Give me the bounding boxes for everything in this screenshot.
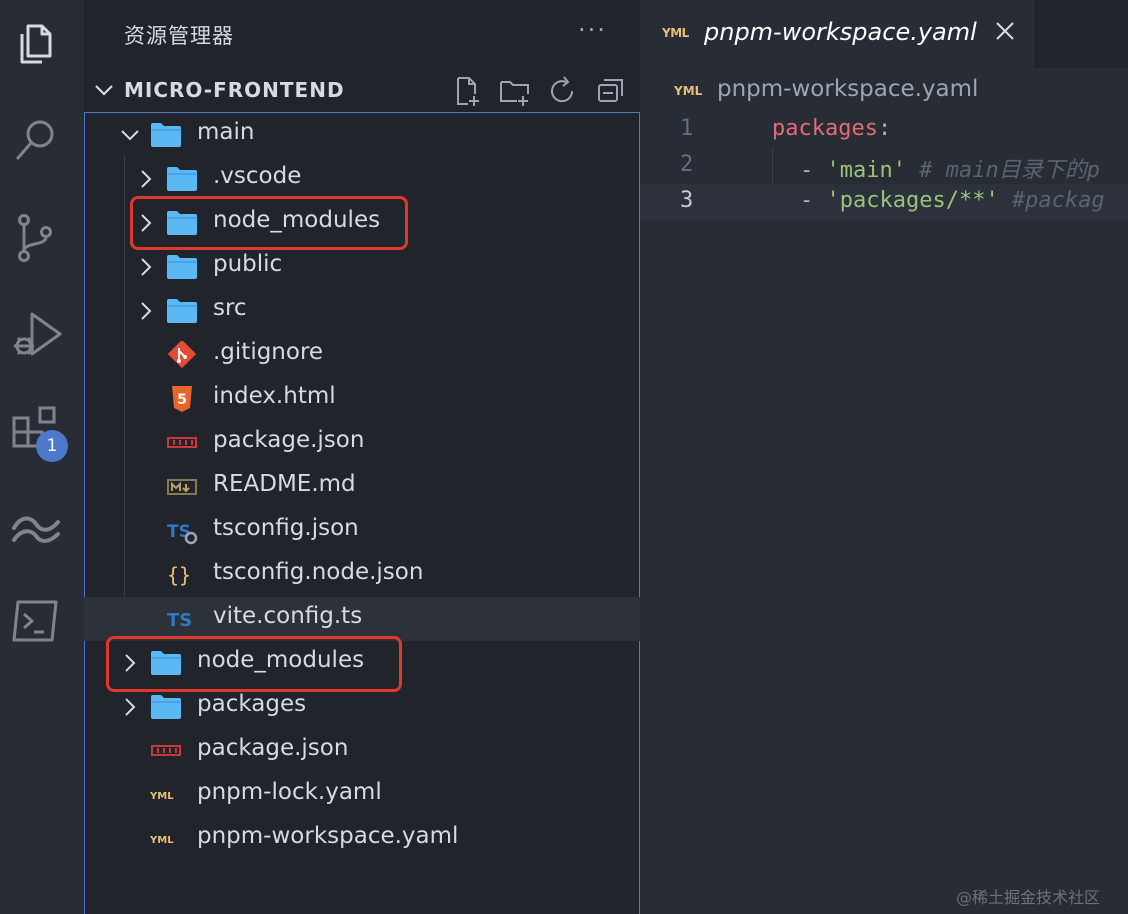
chevron-right-icon: [141, 170, 152, 188]
breadcrumb-file[interactable]: pnpm-workspace.yaml: [717, 76, 978, 102]
html-icon: 5: [166, 385, 198, 413]
tree-file-pnpm-lock-yaml[interactable]: YML pnpm-lock.yaml: [84, 773, 640, 817]
yaml-icon: YML: [149, 825, 182, 853]
yaml-comment: #packag: [998, 188, 1105, 213]
highlight-box-root-node-modules: [106, 636, 402, 692]
new-folder-icon[interactable]: [498, 74, 532, 108]
tree-file-vite-config-ts[interactable]: TS vite.config.ts: [84, 597, 640, 641]
source-control-icon[interactable]: [8, 210, 64, 266]
tree-file-tsconfig-node-json[interactable]: {} tsconfig.node.json: [84, 553, 640, 597]
chevron-right-icon: [141, 258, 152, 276]
tree-item-label: package.json: [213, 427, 365, 453]
tree-folder-src[interactable]: src: [84, 289, 640, 333]
tree-item-label: vite.config.ts: [213, 603, 363, 629]
explorer-files-icon[interactable]: [8, 12, 64, 68]
npm-icon: [150, 737, 182, 765]
explorer-title: 资源管理器: [124, 24, 234, 48]
folder-icon: [166, 297, 198, 325]
tailwind-icon[interactable]: [8, 500, 64, 556]
tab-bar: YML pnpm-workspace.yaml: [640, 0, 1128, 68]
tree-item-label: main: [197, 119, 255, 145]
tree-file-gitignore[interactable]: .gitignore: [84, 333, 640, 377]
tree-item-label: index.html: [213, 383, 336, 409]
workspace-root-label: MICRO-FRONTEND: [124, 78, 345, 102]
tree-file-package-json[interactable]: package.json: [84, 729, 640, 773]
git-icon: [166, 339, 198, 369]
svg-text:5: 5: [177, 392, 187, 408]
line-number: 3: [680, 188, 694, 213]
chevron-down-icon: [121, 130, 139, 141]
npm-icon: [166, 429, 198, 457]
tree-folder-vscode[interactable]: .vscode: [84, 157, 640, 201]
tab-pnpm-workspace[interactable]: YML pnpm-workspace.yaml: [640, 0, 1034, 68]
yaml-icon: YML: [149, 781, 182, 809]
extensions-badge: 1: [36, 430, 68, 462]
tree-item-label: src: [213, 295, 247, 321]
yaml-string: 'main': [826, 158, 906, 183]
tree-file-pnpm-workspace-yaml[interactable]: YML pnpm-workspace.yaml: [84, 817, 640, 861]
terminal-icon[interactable]: [8, 594, 64, 650]
tree-item-label: tsconfig.node.json: [213, 559, 424, 585]
tree-file-package-json[interactable]: package.json: [84, 421, 640, 465]
svg-text:YML: YML: [150, 835, 174, 846]
more-actions-button[interactable]: ···: [578, 16, 607, 44]
yaml-dash: -: [800, 158, 827, 183]
code-line[interactable]: 1 packages:: [640, 112, 1128, 148]
line-number: 2: [680, 152, 694, 177]
tree-item-label: pnpm-workspace.yaml: [197, 823, 459, 849]
folder-icon: [166, 253, 198, 281]
yaml-string: 'packages/**': [826, 188, 999, 213]
folder-icon: [150, 121, 182, 149]
folder-icon: [166, 165, 198, 193]
close-icon[interactable]: [992, 18, 1018, 44]
new-file-icon[interactable]: [450, 74, 484, 108]
tree-file-readme-md[interactable]: README.md: [84, 465, 640, 509]
yaml-key: packages: [772, 116, 878, 141]
run-debug-icon[interactable]: [8, 308, 64, 364]
editor-area: YML pnpm-workspace.yaml YML pnpm-workspa…: [640, 0, 1128, 914]
svg-text:TS: TS: [167, 610, 192, 631]
tree-file-index-html[interactable]: 5 index.html: [84, 377, 640, 421]
tree-item-label: .gitignore: [213, 339, 324, 365]
tree-folder-main[interactable]: main: [84, 113, 640, 157]
chevron-right-icon: [125, 698, 136, 716]
line-number: 1: [680, 116, 694, 141]
svg-text:{}: {}: [167, 563, 191, 587]
svg-text:YML: YML: [150, 791, 174, 802]
yaml-file-icon: YML: [674, 84, 703, 98]
tree-item-label: .vscode: [213, 163, 302, 189]
folder-icon: [150, 693, 182, 721]
tree-item-label: pnpm-lock.yaml: [197, 779, 382, 805]
explorer-panel: 资源管理器 ··· MICRO-FRONTEND main .vscode no…: [84, 0, 640, 914]
refresh-icon[interactable]: [546, 74, 580, 108]
chevron-down-icon: [95, 85, 113, 96]
tree-item-label: public: [213, 251, 283, 277]
yaml-dash: -: [800, 188, 827, 213]
highlight-box-nested-node-modules: [130, 196, 408, 250]
json-icon: {}: [166, 561, 198, 589]
chevron-right-icon: [141, 302, 152, 320]
tree-file-tsconfig-json[interactable]: TS tsconfig.json: [84, 509, 640, 553]
tree-folder-public[interactable]: public: [84, 245, 640, 289]
code-line-current[interactable]: 3 - 'packages/**' #packag: [640, 184, 1128, 220]
typescript-icon: TS: [166, 605, 198, 633]
activity-bar: 1: [0, 0, 84, 914]
tree-item-label: package.json: [197, 735, 349, 761]
code-line[interactable]: 2 - 'main' # main目录下的p: [640, 148, 1128, 184]
tree-item-label: tsconfig.json: [213, 515, 359, 541]
yaml-file-icon: YML: [662, 26, 689, 40]
explorer-header: 资源管理器 ···: [84, 0, 640, 68]
markdown-icon: [166, 473, 198, 501]
tree-item-label: packages: [197, 691, 307, 717]
collapse-all-icon[interactable]: [594, 74, 628, 108]
tsconfig-icon: TS: [166, 517, 198, 545]
tab-label: pnpm-workspace.yaml: [704, 18, 977, 46]
search-icon[interactable]: [8, 112, 64, 168]
breadcrumb[interactable]: YML pnpm-workspace.yaml: [640, 72, 1128, 112]
yaml-colon: :: [877, 116, 892, 141]
watermark: @稀土掘金技术社区: [956, 888, 1101, 907]
workspace-section-header[interactable]: MICRO-FRONTEND: [84, 68, 640, 112]
yaml-comment: # main目录下的p: [905, 158, 1100, 183]
tree-item-label: README.md: [213, 471, 356, 497]
